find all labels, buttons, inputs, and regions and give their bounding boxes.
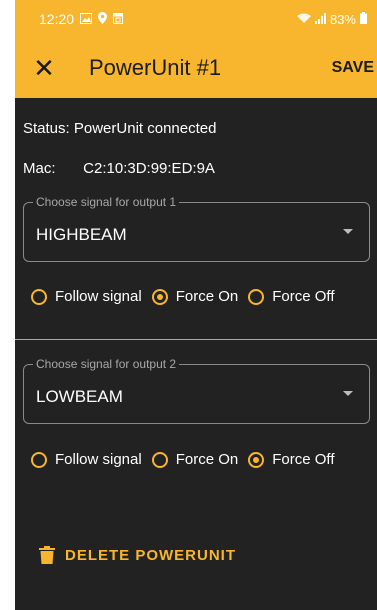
output1-radio-force-on[interactable]: Force On	[151, 288, 239, 305]
status-time: 12:20	[39, 11, 75, 27]
close-icon[interactable]: ✕	[15, 38, 73, 98]
status-bar: 12:20 83%	[15, 0, 377, 38]
radio-unchecked-icon	[31, 451, 47, 468]
chevron-down-icon	[343, 391, 353, 396]
wifi-icon	[296, 12, 311, 27]
output2-radio-follow[interactable]: Follow signal	[31, 451, 142, 468]
output2-mode-group: Follow signal Force On Force Off	[31, 451, 345, 468]
status-row: Status: PowerUnit connected	[23, 120, 216, 137]
chevron-down-icon	[343, 229, 353, 234]
output2-select[interactable]: Choose signal for output 2 LOWBEAM	[23, 357, 370, 424]
output1-select[interactable]: Choose signal for output 1 HIGHBEAM	[23, 195, 370, 262]
status-value: PowerUnit connected	[73, 120, 217, 137]
signal-icon	[314, 12, 326, 27]
radio-label: Force Off	[272, 288, 335, 305]
output1-mode-group: Follow signal Force On Force Off	[31, 288, 345, 305]
output1-radio-follow[interactable]: Follow signal	[31, 288, 142, 305]
delete-powerunit-button[interactable]: DELETE POWERUNIT	[39, 546, 236, 564]
trash-icon	[39, 546, 55, 564]
mac-value: C2:10:3D:99:ED:9A	[83, 160, 215, 177]
output1-select-label: Choose signal for output 1	[33, 195, 180, 209]
radio-unchecked-icon	[248, 288, 265, 305]
radio-label: Follow signal	[55, 451, 142, 468]
radio-label: Force On	[175, 451, 239, 468]
delete-label: DELETE POWERUNIT	[65, 546, 237, 564]
radio-label: Force On	[175, 288, 239, 305]
app-bar: ✕ PowerUnit #1 SAVE	[15, 38, 377, 98]
battery-percent: 83%	[329, 11, 356, 27]
output1-radio-force-off[interactable]: Force Off	[248, 288, 335, 305]
save-button[interactable]: SAVE	[332, 59, 374, 77]
radio-checked-icon	[248, 451, 265, 468]
mac-label: Mac:	[23, 160, 56, 177]
radio-checked-icon	[151, 288, 168, 305]
output1-select-value: HIGHBEAM	[36, 225, 127, 244]
battery-icon	[360, 11, 367, 27]
output2-radio-force-off[interactable]: Force Off	[248, 451, 335, 468]
radio-unchecked-icon	[31, 288, 47, 305]
gallery-icon	[80, 11, 93, 27]
section-divider	[15, 339, 377, 340]
top-bar: 12:20 83% ✕ PowerUnit #1 SAVE	[15, 0, 377, 98]
status-label: Status:	[23, 120, 70, 137]
radio-label: Follow signal	[55, 288, 142, 305]
mac-row: Mac: C2:10:3D:99:ED:9A	[23, 160, 215, 177]
app-screen: 12:20 83% ✕ PowerUnit #1 SAVE Status: Po…	[15, 0, 377, 610]
output2-select-value: LOWBEAM	[36, 387, 123, 406]
output2-select-label: Choose signal for output 2	[33, 357, 180, 371]
radio-label: Force Off	[272, 451, 335, 468]
output2-radio-force-on[interactable]: Force On	[151, 451, 239, 468]
calendar-icon	[113, 11, 124, 27]
location-pin-icon	[98, 11, 108, 27]
page-title: PowerUnit #1	[89, 55, 222, 80]
status-right: 83%	[296, 11, 367, 27]
radio-unchecked-icon	[151, 451, 168, 468]
